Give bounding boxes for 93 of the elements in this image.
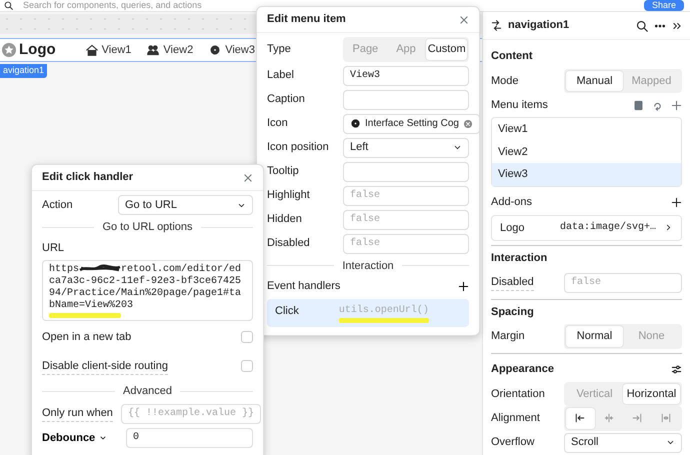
redaction-scribble [79,264,122,273]
checkbox-label: Disable client-side routing [42,358,168,376]
clear-icon [462,118,473,128]
addon-value: data:image/svg+… [560,220,656,236]
field-label: Type [267,42,292,57]
segment-option[interactable]: Custom [426,39,468,60]
event-handler-row[interactable]: Click utils.openUrl() [267,298,469,326]
segment-option[interactable]: Manual [566,70,623,91]
align-center-icon [604,413,614,424]
double-chevron-icon[interactable] [672,20,682,30]
section-divider: Advanced [42,383,253,400]
people-icon [147,44,160,56]
field-label: Caption [267,92,306,108]
field-label: Alignment [491,411,540,426]
nav-link[interactable]: View3 [225,42,255,58]
input-field[interactable] [343,90,469,110]
align-left-icon [575,413,586,424]
field-label: URL [42,240,66,256]
navigation-icon [491,20,502,31]
section-title: Spacing [491,304,535,320]
debounce-dropdown[interactable]: Debounce [42,430,118,445]
field-label: Disabled [491,274,534,292]
input-field[interactable] [343,162,469,182]
dialog-title: Edit menu item [267,12,346,28]
field-label: Mode [491,74,519,88]
segment-option[interactable]: Horizontal [623,384,680,404]
checkbox[interactable] [241,360,253,372]
segmented-control[interactable]: Page App Custom [343,37,469,62]
alignment-option[interactable] [566,408,594,428]
segmented-control[interactable]: Normal None [564,324,682,348]
section-divider: Go to URL options [42,219,253,236]
logo-text: Logo [19,40,56,60]
field-label: Add-ons [491,195,532,210]
field-label: Menu items [491,98,548,113]
close-icon [243,172,253,182]
dialog-title: Edit click handler [42,170,134,186]
menu-item[interactable]: View3 [492,163,681,186]
field-label: Orientation [491,386,545,402]
addon-name[interactable]: Logo [500,220,552,236]
field-label: Hidden [267,212,303,228]
select-field[interactable]: Scroll [564,432,682,452]
checkbox-label: Open in a new tab [42,330,132,346]
field-label: Only run when [42,404,113,422]
field-label: Highlight [267,188,311,204]
field-label: Disabled [267,236,311,252]
field-label: Label [267,68,295,84]
field-label: Icon position [267,140,330,156]
field-label: Icon [267,116,289,132]
share-button[interactable]: Share [644,0,684,11]
highlight-mark [49,313,121,318]
nav-link[interactable]: View2 [163,42,194,58]
chevron-down-icon [453,143,462,152]
add-button[interactable] [458,280,469,292]
checkbox[interactable] [241,331,253,344]
url-field[interactable]: https retool.com/editor/edca7a3c-96c2-11ef-92e3-bf3ce6742594/Practice/Main%20page/page1#tabName=View%203 [42,260,253,322]
search-icon[interactable] [636,20,648,32]
segment-option[interactable]: Normal [566,326,623,346]
input-field[interactable]: View3 [343,66,469,86]
select-field[interactable]: Go to URL [118,195,253,215]
chevron-down-icon [666,438,675,447]
field-label: Margin [491,329,525,344]
nav-link[interactable]: View1 [102,42,132,58]
chevron-right-icon [664,223,673,232]
component-tag: avigation1 [0,64,48,78]
segmented-control[interactable]: Manual Mapped [564,68,682,93]
menu-item[interactable]: View1 [492,118,681,140]
field-label: Event handlers [267,279,340,294]
plus-icon[interactable] [671,197,682,208]
plus-icon [458,280,469,292]
input-field[interactable]: 0 [126,428,253,448]
home-icon [86,44,98,56]
select-field[interactable]: Left [343,138,469,158]
icon-picker[interactable]: Interface Setting Cog [343,114,480,134]
section-title: Content [491,49,534,64]
sliders-icon[interactable] [671,364,682,375]
segmented-control[interactable]: Vertical Horizontal [564,382,682,406]
field-label: Tooltip [267,164,300,180]
handler-action: utils.openUrl() [338,304,429,318]
search-icon [4,1,13,10]
panel-title: navigation1 [508,18,570,34]
field-label: Overflow [491,435,534,450]
section-title: Interaction [491,251,548,266]
chevron-down-icon [99,434,108,442]
section-divider: Interaction [267,258,469,274]
menu-item[interactable]: View2 [492,140,681,163]
align-justify-icon [660,413,671,424]
close-icon [459,14,469,24]
close-button[interactable] [459,14,469,24]
section-title: Appearance [491,362,554,378]
field-label: Action [42,198,74,213]
align-right-icon [632,413,642,424]
close-button[interactable] [243,172,253,182]
event-name: Click [275,304,299,318]
